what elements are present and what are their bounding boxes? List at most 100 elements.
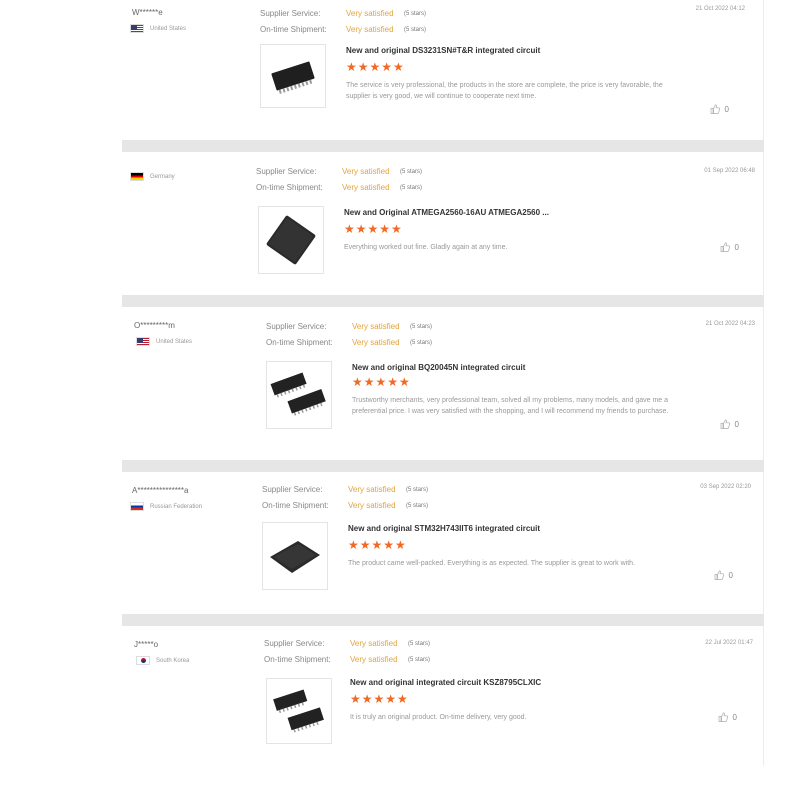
review-card: J*****o South Korea Supplier Service: Ver… (122, 626, 764, 766)
like-count: 0 (734, 242, 739, 252)
review-date: 21 Oct 2022 04:23 (705, 321, 755, 327)
review-card: A***************a Russian Federation Sup… (122, 472, 764, 614)
product-thumbnail[interactable] (258, 206, 324, 274)
like-button[interactable]: 0 (720, 419, 739, 429)
thumbs-up-icon (720, 242, 730, 252)
reviewer-name: A***************a (132, 486, 189, 495)
review-date: 22 Jul 2022 01:47 (705, 640, 753, 646)
review-text: The service is very professional, the pr… (346, 82, 663, 100)
supplier-service-label: Supplier Service: (262, 485, 323, 494)
shipment-stars: (5 stars) (410, 340, 433, 346)
thumbs-up-icon (720, 419, 730, 429)
shipment-rating: Very satisfied (352, 338, 400, 347)
review-text: It is truly an original product. On-time… (350, 714, 527, 721)
chip-tssop-icon (270, 372, 326, 416)
flag-de-icon (130, 172, 144, 181)
supplier-stars: (5 stars) (400, 169, 423, 175)
reviewer-country: United States (136, 337, 192, 346)
reviewer-country: South Korea (136, 656, 189, 665)
like-button[interactable]: 0 (718, 712, 737, 722)
shipment-stars: (5 stars) (408, 657, 431, 663)
reviewer-country: United States (130, 24, 186, 33)
like-button[interactable]: 0 (710, 104, 729, 114)
on-time-shipment-label: On-time Shipment: (262, 501, 329, 510)
thumbs-up-icon (714, 570, 724, 580)
review-separator (122, 140, 764, 152)
chip-soic-icon (271, 61, 315, 94)
supplier-stars: (5 stars) (406, 487, 429, 493)
flag-us-icon (130, 24, 144, 33)
chip-tssop-icon (273, 689, 324, 733)
product-thumbnail[interactable] (266, 361, 332, 429)
review-stars: ★★★★★ (346, 60, 405, 74)
supplier-stars: (5 stars) (410, 324, 433, 330)
supplier-service-label: Supplier Service: (260, 9, 321, 18)
rating-block: Supplier Service: Very satisfied (5 stars)… (262, 482, 428, 514)
like-button[interactable]: 0 (714, 570, 733, 580)
shipment-stars: (5 stars) (404, 27, 427, 33)
review-text: Trustworthy merchants, very professional… (352, 397, 669, 415)
reviewer-country: Russian Federation (130, 502, 202, 511)
rating-block: Supplier Service: Very satisfied (5 stars)… (256, 164, 422, 196)
supplier-stars: (5 stars) (404, 11, 427, 17)
review-date: 03 Sep 2022 02:20 (700, 484, 751, 490)
review-stars: ★★★★★ (348, 538, 407, 552)
review-stars: ★★★★★ (350, 692, 409, 706)
rating-block: Supplier Service: Very satisfied (5 stars)… (264, 636, 430, 668)
country-name: South Korea (156, 657, 190, 664)
rating-block: Supplier Service: Very satisfied (5 stars)… (266, 319, 432, 351)
reviewer-name: W******e (132, 8, 163, 17)
shipment-rating: Very satisfied (342, 183, 390, 192)
product-thumbnail[interactable] (260, 44, 326, 108)
country-name: Russian Federation (150, 503, 203, 510)
on-time-shipment-label: On-time Shipment: (256, 183, 323, 192)
reviewer-name: O*********m (134, 321, 175, 330)
review-separator (122, 614, 764, 626)
product-title[interactable]: New and original DS3231SN#T&R integrated… (346, 46, 540, 55)
product-thumbnail[interactable] (266, 678, 332, 744)
thumbs-up-icon (710, 104, 720, 114)
reviewer-country: Germany (130, 172, 175, 181)
supplier-stars: (5 stars) (408, 641, 431, 647)
review-stars: ★★★★★ (352, 375, 411, 389)
product-title[interactable]: New and Original ATMEGA2560-16AU ATMEGA2… (344, 208, 549, 217)
flag-kr-icon (136, 656, 150, 665)
review-card: O*********m United States Supplier Servi… (122, 307, 764, 460)
on-time-shipment-label: On-time Shipment: (260, 25, 327, 34)
thumbs-up-icon (718, 712, 728, 722)
chip-qfp-icon (266, 215, 316, 265)
on-time-shipment-label: On-time Shipment: (264, 655, 331, 664)
supplier-rating: Very satisfied (342, 167, 390, 176)
reviewer-name: J*****o (134, 640, 159, 649)
supplier-rating: Very satisfied (352, 322, 400, 331)
review-card: Germany Supplier Service: Very satisfied (… (122, 152, 764, 295)
shipment-stars: (5 stars) (406, 503, 429, 509)
supplier-service-label: Supplier Service: (266, 322, 327, 331)
like-count: 0 (734, 419, 739, 429)
like-count: 0 (728, 570, 733, 580)
product-thumbnail[interactable] (262, 522, 328, 590)
review-separator (122, 295, 764, 307)
country-name: Germany (150, 173, 175, 180)
shipment-rating: Very satisfied (348, 501, 396, 510)
product-title[interactable]: New and original STM32H743IIT6 integrate… (348, 524, 540, 533)
like-count: 0 (724, 104, 729, 114)
chip-lqfp-icon (270, 541, 320, 573)
like-button[interactable]: 0 (720, 242, 739, 252)
product-title[interactable]: New and original BQ20045N integrated cir… (352, 363, 525, 372)
review-stars: ★★★★★ (344, 222, 403, 236)
review-text: Everything worked out fine. Gladly again… (344, 244, 508, 251)
supplier-service-label: Supplier Service: (264, 639, 325, 648)
supplier-service-label: Supplier Service: (256, 167, 317, 176)
supplier-rating: Very satisfied (346, 9, 394, 18)
review-text: The product came well-packed. Everything… (348, 560, 636, 567)
supplier-rating: Very satisfied (348, 485, 396, 494)
shipment-rating: Very satisfied (346, 25, 394, 34)
product-title[interactable]: New and original integrated circuit KSZ8… (350, 678, 541, 687)
country-name: United States (156, 338, 193, 345)
flag-us-icon (136, 337, 150, 346)
country-name: United States (150, 25, 187, 32)
like-count: 0 (732, 712, 737, 722)
review-date: 01 Sep 2022 06:48 (704, 168, 755, 174)
review-card: W******e United States Supplier Service:… (122, 0, 764, 140)
